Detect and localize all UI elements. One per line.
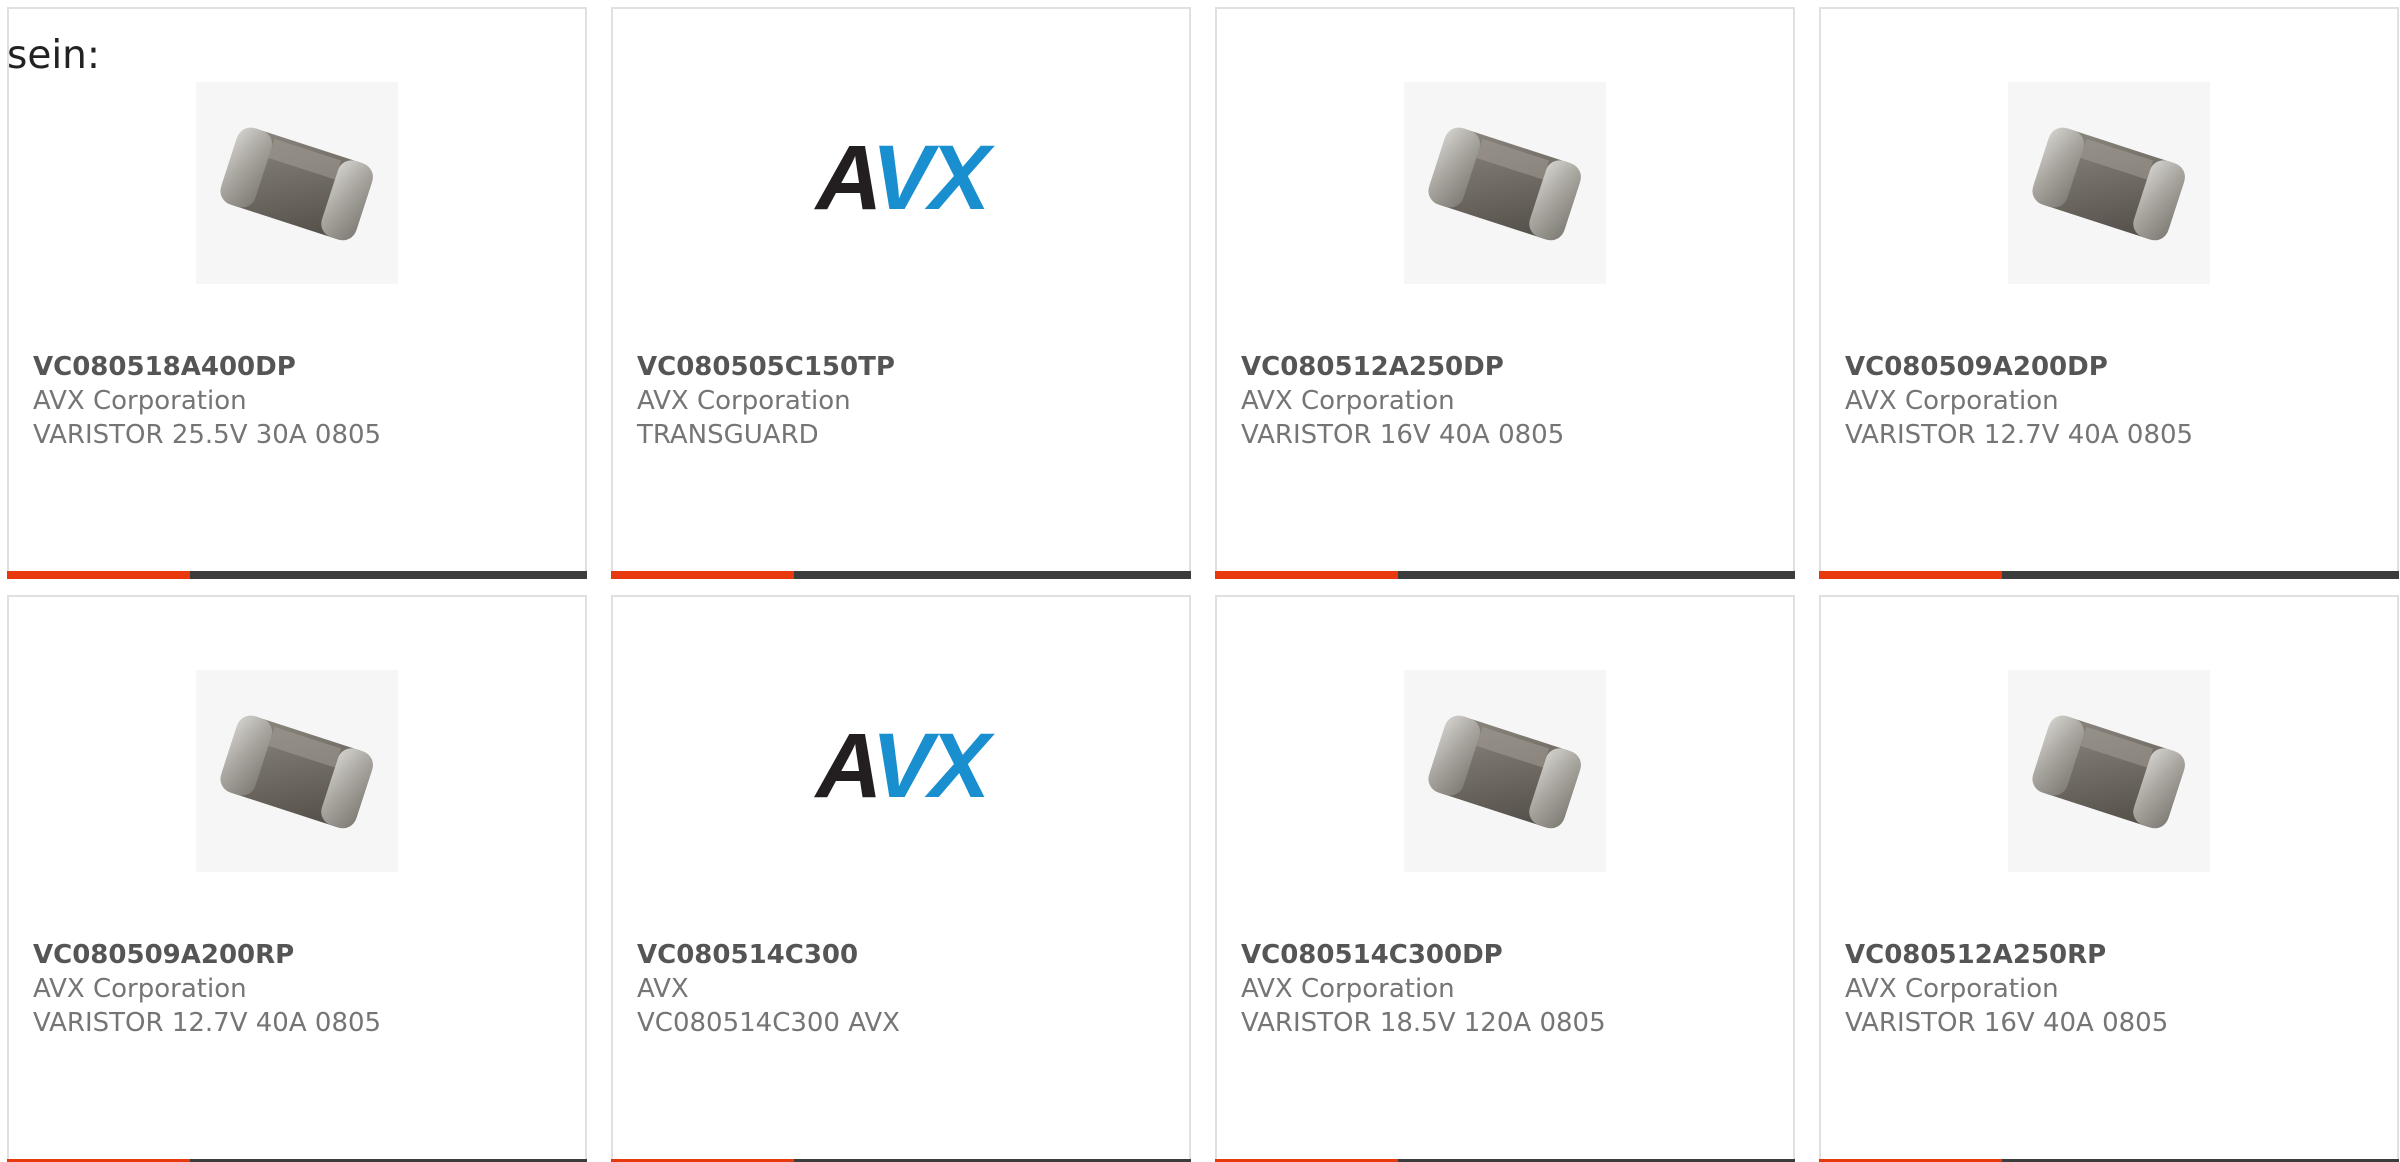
product-grid: VC080518A400DP AVX Corporation VARISTOR … bbox=[7, 7, 2399, 1162]
part-number[interactable]: VC080509A200RP bbox=[33, 938, 573, 972]
product-card[interactable]: VC080509A200DP AVX Corporation VARISTOR … bbox=[1819, 7, 2399, 579]
card-accent-bar bbox=[1215, 571, 1398, 579]
avx-logo-image: AVX bbox=[800, 670, 1002, 872]
description: VARISTOR 12.7V 40A 0805 bbox=[33, 1008, 382, 1038]
description: TRANSGUARD bbox=[637, 420, 819, 450]
card-footer-bar bbox=[611, 571, 1191, 579]
product-card[interactable]: VC080512A250DP AVX Corporation VARISTOR … bbox=[1215, 7, 1795, 579]
product-card[interactable]: AVX VC080514C300 AVX VC080514C300 AVX bbox=[611, 595, 1191, 1162]
description: VARISTOR 16V 40A 0805 bbox=[1241, 420, 1565, 450]
chip-varistor-image bbox=[196, 82, 398, 284]
description: VC080514C300 AVX bbox=[637, 1008, 900, 1038]
description: VARISTOR 16V 40A 0805 bbox=[1845, 1008, 2169, 1038]
intro-text: sein: bbox=[7, 33, 101, 78]
card-accent-bar bbox=[1819, 571, 2002, 579]
manufacturer: AVX Corporation bbox=[1845, 974, 2059, 1004]
card-accent-bar bbox=[611, 571, 794, 579]
manufacturer: AVX Corporation bbox=[33, 974, 247, 1004]
chip-varistor-image bbox=[196, 670, 398, 872]
description: VARISTOR 12.7V 40A 0805 bbox=[1845, 420, 2194, 450]
chip-varistor-image bbox=[2008, 82, 2210, 284]
manufacturer: AVX Corporation bbox=[1845, 386, 2059, 416]
svg-text:AVX: AVX bbox=[814, 127, 995, 229]
manufacturer: AVX bbox=[637, 974, 689, 1004]
card-footer-bar bbox=[7, 571, 587, 579]
product-card[interactable]: VC080512A250RP AVX Corporation VARISTOR … bbox=[1819, 595, 2399, 1162]
part-number[interactable]: VC080505C150TP bbox=[637, 350, 1177, 384]
part-number[interactable]: VC080509A200DP bbox=[1845, 350, 2385, 384]
product-card[interactable]: VC080518A400DP AVX Corporation VARISTOR … bbox=[7, 7, 587, 579]
part-number[interactable]: VC080512A250DP bbox=[1241, 350, 1781, 384]
chip-varistor-image bbox=[1404, 670, 1606, 872]
card-footer-bar bbox=[1819, 571, 2399, 579]
product-grid-page: sein: VC080518A400DP AVX Corporation VAR… bbox=[0, 0, 2400, 1162]
avx-logo-image: AVX bbox=[800, 82, 1002, 284]
manufacturer: AVX Corporation bbox=[1241, 974, 1455, 1004]
manufacturer: AVX Corporation bbox=[33, 386, 247, 416]
part-number[interactable]: VC080514C300DP bbox=[1241, 938, 1781, 972]
product-card[interactable]: AVX VC080505C150TP AVX Corporation TRANS… bbox=[611, 7, 1191, 579]
card-accent-bar bbox=[7, 571, 190, 579]
description: VARISTOR 18.5V 120A 0805 bbox=[1241, 1008, 1606, 1038]
svg-text:AVX: AVX bbox=[814, 715, 995, 817]
chip-varistor-image bbox=[2008, 670, 2210, 872]
card-footer-bar bbox=[1215, 571, 1795, 579]
part-number[interactable]: VC080512A250RP bbox=[1845, 938, 2385, 972]
description: VARISTOR 25.5V 30A 0805 bbox=[33, 420, 382, 450]
part-number[interactable]: VC080514C300 bbox=[637, 938, 1177, 972]
product-card[interactable]: VC080509A200RP AVX Corporation VARISTOR … bbox=[7, 595, 587, 1162]
part-number[interactable]: VC080518A400DP bbox=[33, 350, 573, 384]
manufacturer: AVX Corporation bbox=[637, 386, 851, 416]
product-card[interactable]: VC080514C300DP AVX Corporation VARISTOR … bbox=[1215, 595, 1795, 1162]
manufacturer: AVX Corporation bbox=[1241, 386, 1455, 416]
chip-varistor-image bbox=[1404, 82, 1606, 284]
